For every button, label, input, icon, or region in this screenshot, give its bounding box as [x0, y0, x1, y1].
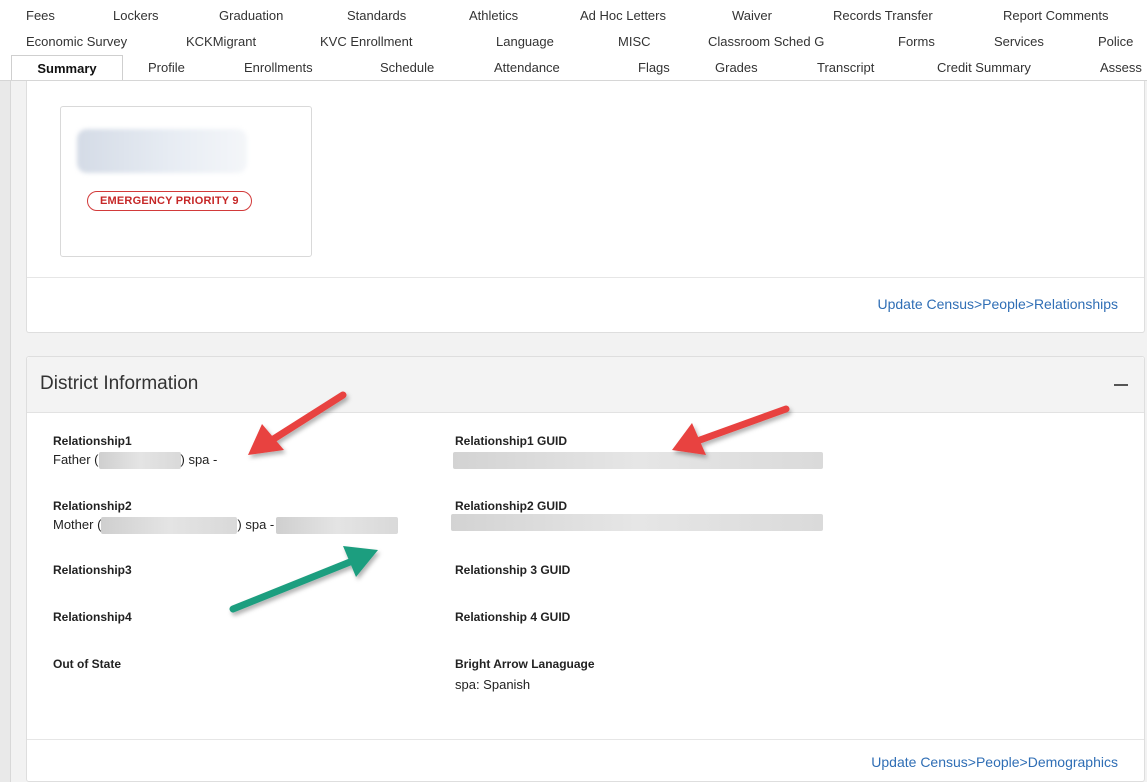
tab-attendance[interactable]: Attendance — [494, 55, 560, 81]
bright-arrow-language-value: spa: Spanish — [455, 677, 531, 692]
relationship2-prefix: Mother ( — [53, 517, 102, 532]
tab-forms[interactable]: Forms — [898, 29, 935, 55]
tab-waiver[interactable]: Waiver — [732, 3, 772, 29]
relationship3-label: Relationship3 — [53, 563, 132, 577]
left-gutter — [0, 81, 11, 782]
tab-grades[interactable]: Grades — [715, 55, 758, 81]
tab-kvc-enrollment[interactable]: KVC Enrollment — [320, 29, 412, 55]
tab-enrollments[interactable]: Enrollments — [244, 55, 313, 81]
card-title: District Information — [40, 373, 199, 394]
update-relationships-link[interactable]: Update Census>People>Relationships — [878, 296, 1119, 312]
tab-athletics[interactable]: Athletics — [469, 3, 518, 29]
redacted-name-1 — [98, 452, 181, 470]
redacted-name-2 — [101, 517, 238, 535]
tab-lockers[interactable]: Lockers — [113, 3, 159, 29]
relationship1-value: Father ( ) spa - — [53, 452, 218, 470]
redacted-contact-name — [77, 129, 247, 173]
relationship4-label: Relationship4 — [53, 610, 132, 624]
relationship4-guid-label: Relationship 4 GUID — [455, 610, 571, 624]
tab-summary[interactable]: Summary — [11, 55, 123, 81]
card-divider — [27, 277, 1144, 278]
district-information-header[interactable]: District Information — [27, 357, 1144, 413]
relationships-card: EMERGENCY PRIORITY 9 Update Census>Peopl… — [26, 81, 1145, 333]
relationship1-guid-label: Relationship1 GUID — [455, 434, 568, 448]
relationship3-guid-label: Relationship 3 GUID — [455, 563, 571, 577]
bright-arrow-language-label: Bright Arrow Lanaguage — [455, 657, 595, 671]
tab-fees[interactable]: Fees — [26, 3, 55, 29]
relationship1-label: Relationship1 — [53, 434, 132, 448]
tab-transcript[interactable]: Transcript — [817, 55, 874, 81]
card-divider — [27, 739, 1144, 740]
tab-kckmigrant[interactable]: KCKMigrant — [186, 29, 256, 55]
tab-misc[interactable]: MISC — [618, 29, 651, 55]
emergency-priority-badge: EMERGENCY PRIORITY 9 — [87, 191, 252, 211]
tab-profile[interactable]: Profile — [148, 55, 185, 81]
redacted-language-detail-2 — [276, 517, 399, 535]
relationship2-label: Relationship2 — [53, 499, 132, 513]
tab-row-2: Economic Survey KCKMigrant KVC Enrollmen… — [0, 29, 1147, 55]
tab-row-1: Fees Lockers Graduation Standards Athlet… — [0, 3, 1147, 29]
tab-schedule[interactable]: Schedule — [380, 55, 434, 81]
relationship1-prefix: Father ( — [53, 452, 99, 467]
tab-police[interactable]: Police — [1098, 29, 1133, 55]
redacted-relationship1-guid — [453, 452, 823, 469]
tab-bar: Fees Lockers Graduation Standards Athlet… — [0, 0, 1147, 81]
tab-standards[interactable]: Standards — [347, 3, 406, 29]
tab-graduation[interactable]: Graduation — [219, 3, 283, 29]
redacted-relationship2-guid — [451, 514, 823, 531]
tab-assessment[interactable]: Assess — [1100, 55, 1142, 81]
relationship2-value: Mother ( ) spa - — [53, 517, 399, 535]
relationship2-guid-label: Relationship2 GUID — [455, 499, 568, 513]
collapse-icon[interactable] — [1114, 384, 1128, 386]
relationship2-suffix: ) spa - — [237, 517, 275, 532]
tab-services[interactable]: Services — [994, 29, 1044, 55]
out-of-state-label: Out of State — [53, 657, 121, 671]
tab-row-3: Summary Profile Enrollments Schedule Att… — [0, 55, 1147, 81]
tab-classroom-sched-g[interactable]: Classroom Sched G — [708, 29, 824, 55]
relationship1-suffix: ) spa - — [180, 452, 218, 467]
district-information-card: District Information Relationship1 Fathe… — [26, 356, 1145, 782]
tab-ad-hoc-letters[interactable]: Ad Hoc Letters — [580, 3, 666, 29]
tab-report-comments[interactable]: Report Comments — [1003, 3, 1108, 29]
update-demographics-link[interactable]: Update Census>People>Demographics — [871, 754, 1118, 770]
tab-records-transfer[interactable]: Records Transfer — [833, 3, 933, 29]
tab-economic-survey[interactable]: Economic Survey — [26, 29, 127, 55]
contact-card[interactable]: EMERGENCY PRIORITY 9 — [60, 106, 312, 257]
tab-language[interactable]: Language — [496, 29, 554, 55]
tab-flags[interactable]: Flags — [638, 55, 670, 81]
tab-credit-summary[interactable]: Credit Summary — [937, 55, 1031, 81]
